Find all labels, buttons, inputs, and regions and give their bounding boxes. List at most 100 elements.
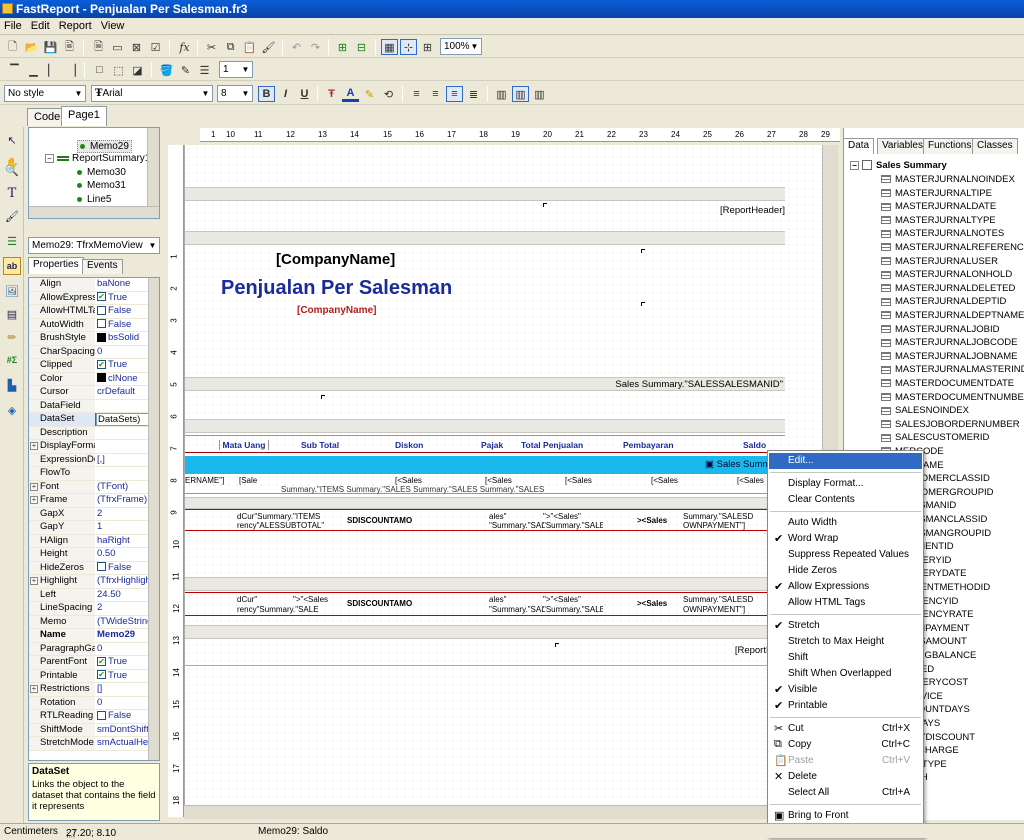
style-select[interactable]: No style ▼: [4, 85, 86, 102]
property-value[interactable]: 0: [96, 643, 149, 656]
system-text-icon[interactable]: #Σ: [3, 351, 21, 369]
company-name-memo[interactable]: [CompanyName]: [276, 251, 395, 268]
copy-icon[interactable]: ⧉: [222, 39, 239, 55]
property-row[interactable]: HAlign haRight: [29, 534, 149, 548]
tab-page1[interactable]: Page1: [61, 106, 107, 126]
italic-icon[interactable]: I: [277, 86, 294, 102]
property-row[interactable]: Restrictions + []: [29, 683, 149, 697]
tab-classes[interactable]: Classes: [972, 138, 1018, 154]
checkbox-icon[interactable]: [97, 305, 106, 315]
menu-item-stretch[interactable]: ✔ Stretch: [769, 618, 922, 634]
redo-icon[interactable]: ↷: [307, 39, 324, 55]
tree-scrollbar[interactable]: [147, 128, 159, 206]
menu-item-printable[interactable]: ✔ Printable: [769, 698, 922, 714]
frame-top-icon[interactable]: ▔: [6, 62, 23, 78]
subreport-object-icon[interactable]: ▤: [3, 305, 21, 323]
tree-hscrollbar[interactable]: [29, 206, 159, 218]
data-field-item[interactable]: MASTERJURNALNOTES: [881, 228, 1004, 239]
menu-item-allow-expressions[interactable]: ✔ Allow Expressions: [769, 579, 922, 595]
data-field-item[interactable]: SALESCUSTOMERID: [881, 432, 989, 443]
customer-name-memo[interactable]: ERNAME"]: [185, 476, 229, 485]
currency-memo[interactable]: [Sale: [239, 476, 269, 485]
col-pajak[interactable]: Pajak: [481, 440, 509, 450]
tree-item-reportsummary1[interactable]: − ReportSummary1: [45, 153, 150, 164]
property-row[interactable]: Align baNone: [29, 278, 149, 292]
shadow-icon[interactable]: ◪: [129, 62, 146, 78]
cut-icon[interactable]: ✂: [203, 39, 220, 55]
data-field-item[interactable]: MASTERDOCUMENTNUMBER: [881, 392, 1024, 403]
picture-object-icon[interactable]: 🖼: [3, 282, 21, 300]
property-value[interactable]: False: [96, 319, 149, 332]
data-field-item[interactable]: MASTERJURNALDEPTID: [881, 296, 1006, 307]
property-row[interactable]: Description: [29, 426, 149, 440]
menu-view[interactable]: View: [97, 18, 130, 32]
discount-memo[interactable]: [<Sales: [485, 476, 525, 485]
property-row[interactable]: Highlight + (TfrxHighligh: [29, 575, 149, 589]
property-row[interactable]: GapY 1: [29, 521, 149, 535]
property-row[interactable]: Memo (TWideString: [29, 615, 149, 629]
property-row[interactable]: Rotation 0: [29, 696, 149, 710]
company-name-red-memo[interactable]: [CompanyName]: [297, 305, 376, 316]
preview-icon[interactable]: 🖹: [61, 39, 78, 55]
property-row[interactable]: Cursor crDefault: [29, 386, 149, 400]
ungroup-icon[interactable]: ⊟: [353, 39, 370, 55]
paste-icon[interactable]: 📋: [241, 39, 258, 55]
property-value[interactable]: clNone: [96, 373, 149, 386]
property-value[interactable]: ✔ True: [96, 359, 149, 372]
property-row[interactable]: BrushStyle bsSolid: [29, 332, 149, 346]
select-tool-icon[interactable]: ↖: [3, 131, 21, 149]
summary-tax-memo[interactable]: ales": [489, 595, 529, 604]
group-icon[interactable]: ⊞: [334, 39, 351, 55]
col-mata-uang[interactable]: Mata Uang: [219, 440, 269, 450]
checkbox-icon[interactable]: ✔: [97, 656, 106, 666]
property-value[interactable]: []: [96, 683, 149, 696]
data-field-item[interactable]: MASTERJURNALJOBID: [881, 324, 1000, 335]
property-value[interactable]: 2: [96, 602, 149, 615]
property-value[interactable]: [96, 440, 149, 453]
property-value[interactable]: ✔ True: [96, 656, 149, 669]
show-grid-icon[interactable]: ▦: [381, 39, 398, 55]
footer-tax-memo[interactable]: ales": [489, 512, 529, 521]
group-footer-band[interactable]: [185, 497, 785, 509]
property-value[interactable]: False: [96, 305, 149, 318]
fill-color-icon[interactable]: 🪣: [158, 62, 175, 78]
property-row[interactable]: Font + (TFont): [29, 480, 149, 494]
property-value[interactable]: 1: [96, 521, 149, 534]
property-row[interactable]: Left 24.50: [29, 588, 149, 602]
property-row[interactable]: ExpressionDe [,]: [29, 453, 149, 467]
summary-total-memo[interactable]: ">"<Sales": [543, 595, 603, 604]
property-value[interactable]: bsSolid: [96, 332, 149, 345]
menu-item-delete[interactable]: ✕ Delete: [769, 769, 922, 785]
summary-payment-memo[interactable]: ><Sales: [637, 599, 687, 608]
master-data-band[interactable]: ▣ Sales Summ: [185, 456, 822, 474]
report-summary-band[interactable]: [185, 577, 785, 591]
design-hscrollbar[interactable]: [184, 805, 822, 819]
property-value[interactable]: baNone: [96, 278, 149, 291]
property-value[interactable]: smActualHeig: [96, 737, 149, 750]
menu-item-select-all[interactable]: Select All Ctrl+A: [769, 785, 922, 801]
tree-item-line5[interactable]: Line5: [77, 194, 111, 205]
menu-item-auto-width[interactable]: Auto Width: [769, 515, 922, 531]
property-value[interactable]: haRight: [96, 535, 149, 548]
property-value[interactable]: [96, 400, 149, 413]
menu-report[interactable]: Report: [55, 18, 97, 32]
property-value[interactable]: smDontShift: [96, 724, 149, 737]
fit-grid-icon[interactable]: ⊞: [419, 39, 436, 55]
data-field-item[interactable]: SALESNOINDEX: [881, 405, 969, 416]
property-value[interactable]: (TWideString: [96, 616, 149, 629]
property-row[interactable]: ParagraphGa 0: [29, 642, 149, 656]
font-name-select[interactable]: ŦArial ▼: [91, 85, 213, 102]
data-field-item[interactable]: MASTERJURNALMASTERINDEX: [881, 364, 1024, 375]
page-footer-band[interactable]: [185, 625, 785, 639]
subtotal-memo[interactable]: [<Sales: [395, 476, 435, 485]
property-value[interactable]: crDefault: [96, 386, 149, 399]
tree-item-memo31[interactable]: Memo31: [77, 180, 126, 191]
function-icon[interactable]: fx: [176, 39, 193, 55]
tab-variables[interactable]: Variables: [877, 138, 928, 154]
save-icon[interactable]: 💾: [42, 39, 59, 55]
checkbox-icon[interactable]: [97, 710, 106, 720]
menu-file[interactable]: File: [0, 18, 27, 32]
new-page-icon[interactable]: 🗎: [90, 39, 107, 55]
rotation-icon[interactable]: ⟲: [380, 86, 397, 102]
menu-item-word-wrap[interactable]: ✔ Word Wrap: [769, 531, 922, 547]
